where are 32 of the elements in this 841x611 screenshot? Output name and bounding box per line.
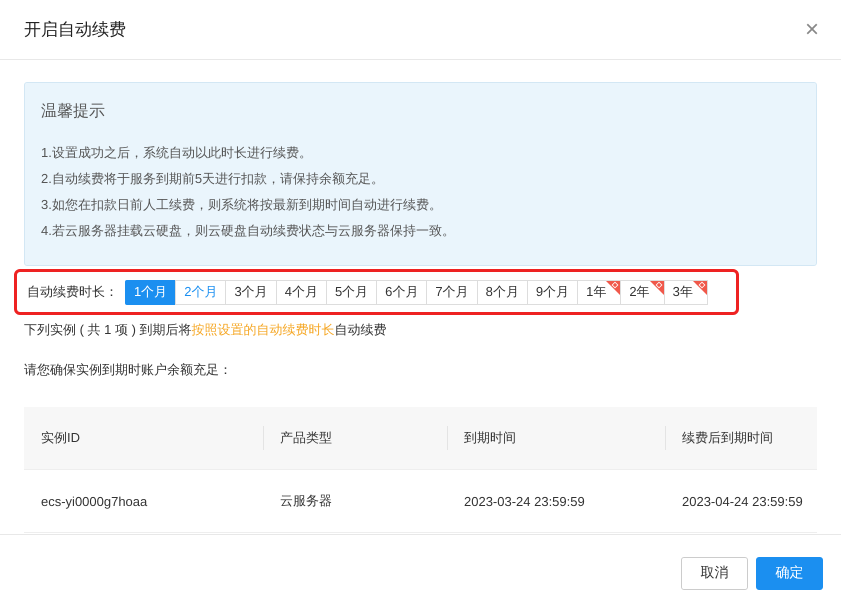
duration-label: 自动续费时长： — [27, 283, 118, 301]
duration-option[interactable]: 1年 — [577, 280, 622, 304]
dialog-title: 开启自动续费 — [24, 19, 126, 41]
notice-text: 2.自动续费将于服务到期前5天进行扣款，请保持余额充足。 — [41, 170, 386, 188]
notice-text: 1.设置成功之后，系统自动以此时长进行续费。 — [41, 144, 313, 162]
duration-option[interactable]: 4个月 — [276, 280, 327, 304]
notice-text: 3.如您在扣款日前人工续费，则系统将按最新到期时间自动进行续费。 — [41, 196, 443, 214]
notice-text: 4.若云服务器挂载云硬盘，则云硬盘自动续费状态与云服务器保持一致。 — [41, 222, 456, 240]
table-cell: 2023-04-24 23:59:59 — [665, 470, 817, 532]
duration-option[interactable]: 3年 — [664, 280, 708, 304]
column-header: 实例ID — [24, 407, 263, 470]
duration-option[interactable]: 6个月 — [376, 280, 428, 304]
notice-title: 温馨提示 — [41, 102, 106, 122]
close-button[interactable]: × — [802, 18, 821, 42]
duration-option[interactable]: 5个月 — [326, 280, 378, 304]
column-header: 产品类型 — [263, 407, 447, 470]
reminder-text: 请您确保实例到期时账户余额充足： — [24, 361, 233, 379]
summary-text: 下列实例 ( 共 1 项 ) 到期后将按照设置的自动续费时长自动续费 — [24, 321, 388, 339]
duration-option[interactable]: 9个月 — [526, 280, 578, 304]
discount-ribbon-icon — [604, 280, 620, 296]
duration-option[interactable]: 7个月 — [426, 280, 478, 304]
table-cell: 云服务器 — [263, 470, 447, 532]
discount-ribbon-icon — [690, 280, 707, 296]
duration-option[interactable]: 3个月 — [225, 280, 277, 304]
column-header: 续费后到期时间 — [665, 407, 817, 470]
duration-option[interactable]: 8个月 — [476, 280, 528, 304]
duration-option[interactable]: 2年 — [620, 280, 665, 304]
column-header: 到期时间 — [447, 407, 665, 470]
discount-ribbon-icon — [648, 280, 664, 296]
cancel-button[interactable]: 取消 — [681, 556, 748, 590]
table-cell: ecs-yi0000g7hoaa — [24, 470, 263, 532]
table-cell: 2023-03-24 23:59:59 — [447, 470, 665, 532]
